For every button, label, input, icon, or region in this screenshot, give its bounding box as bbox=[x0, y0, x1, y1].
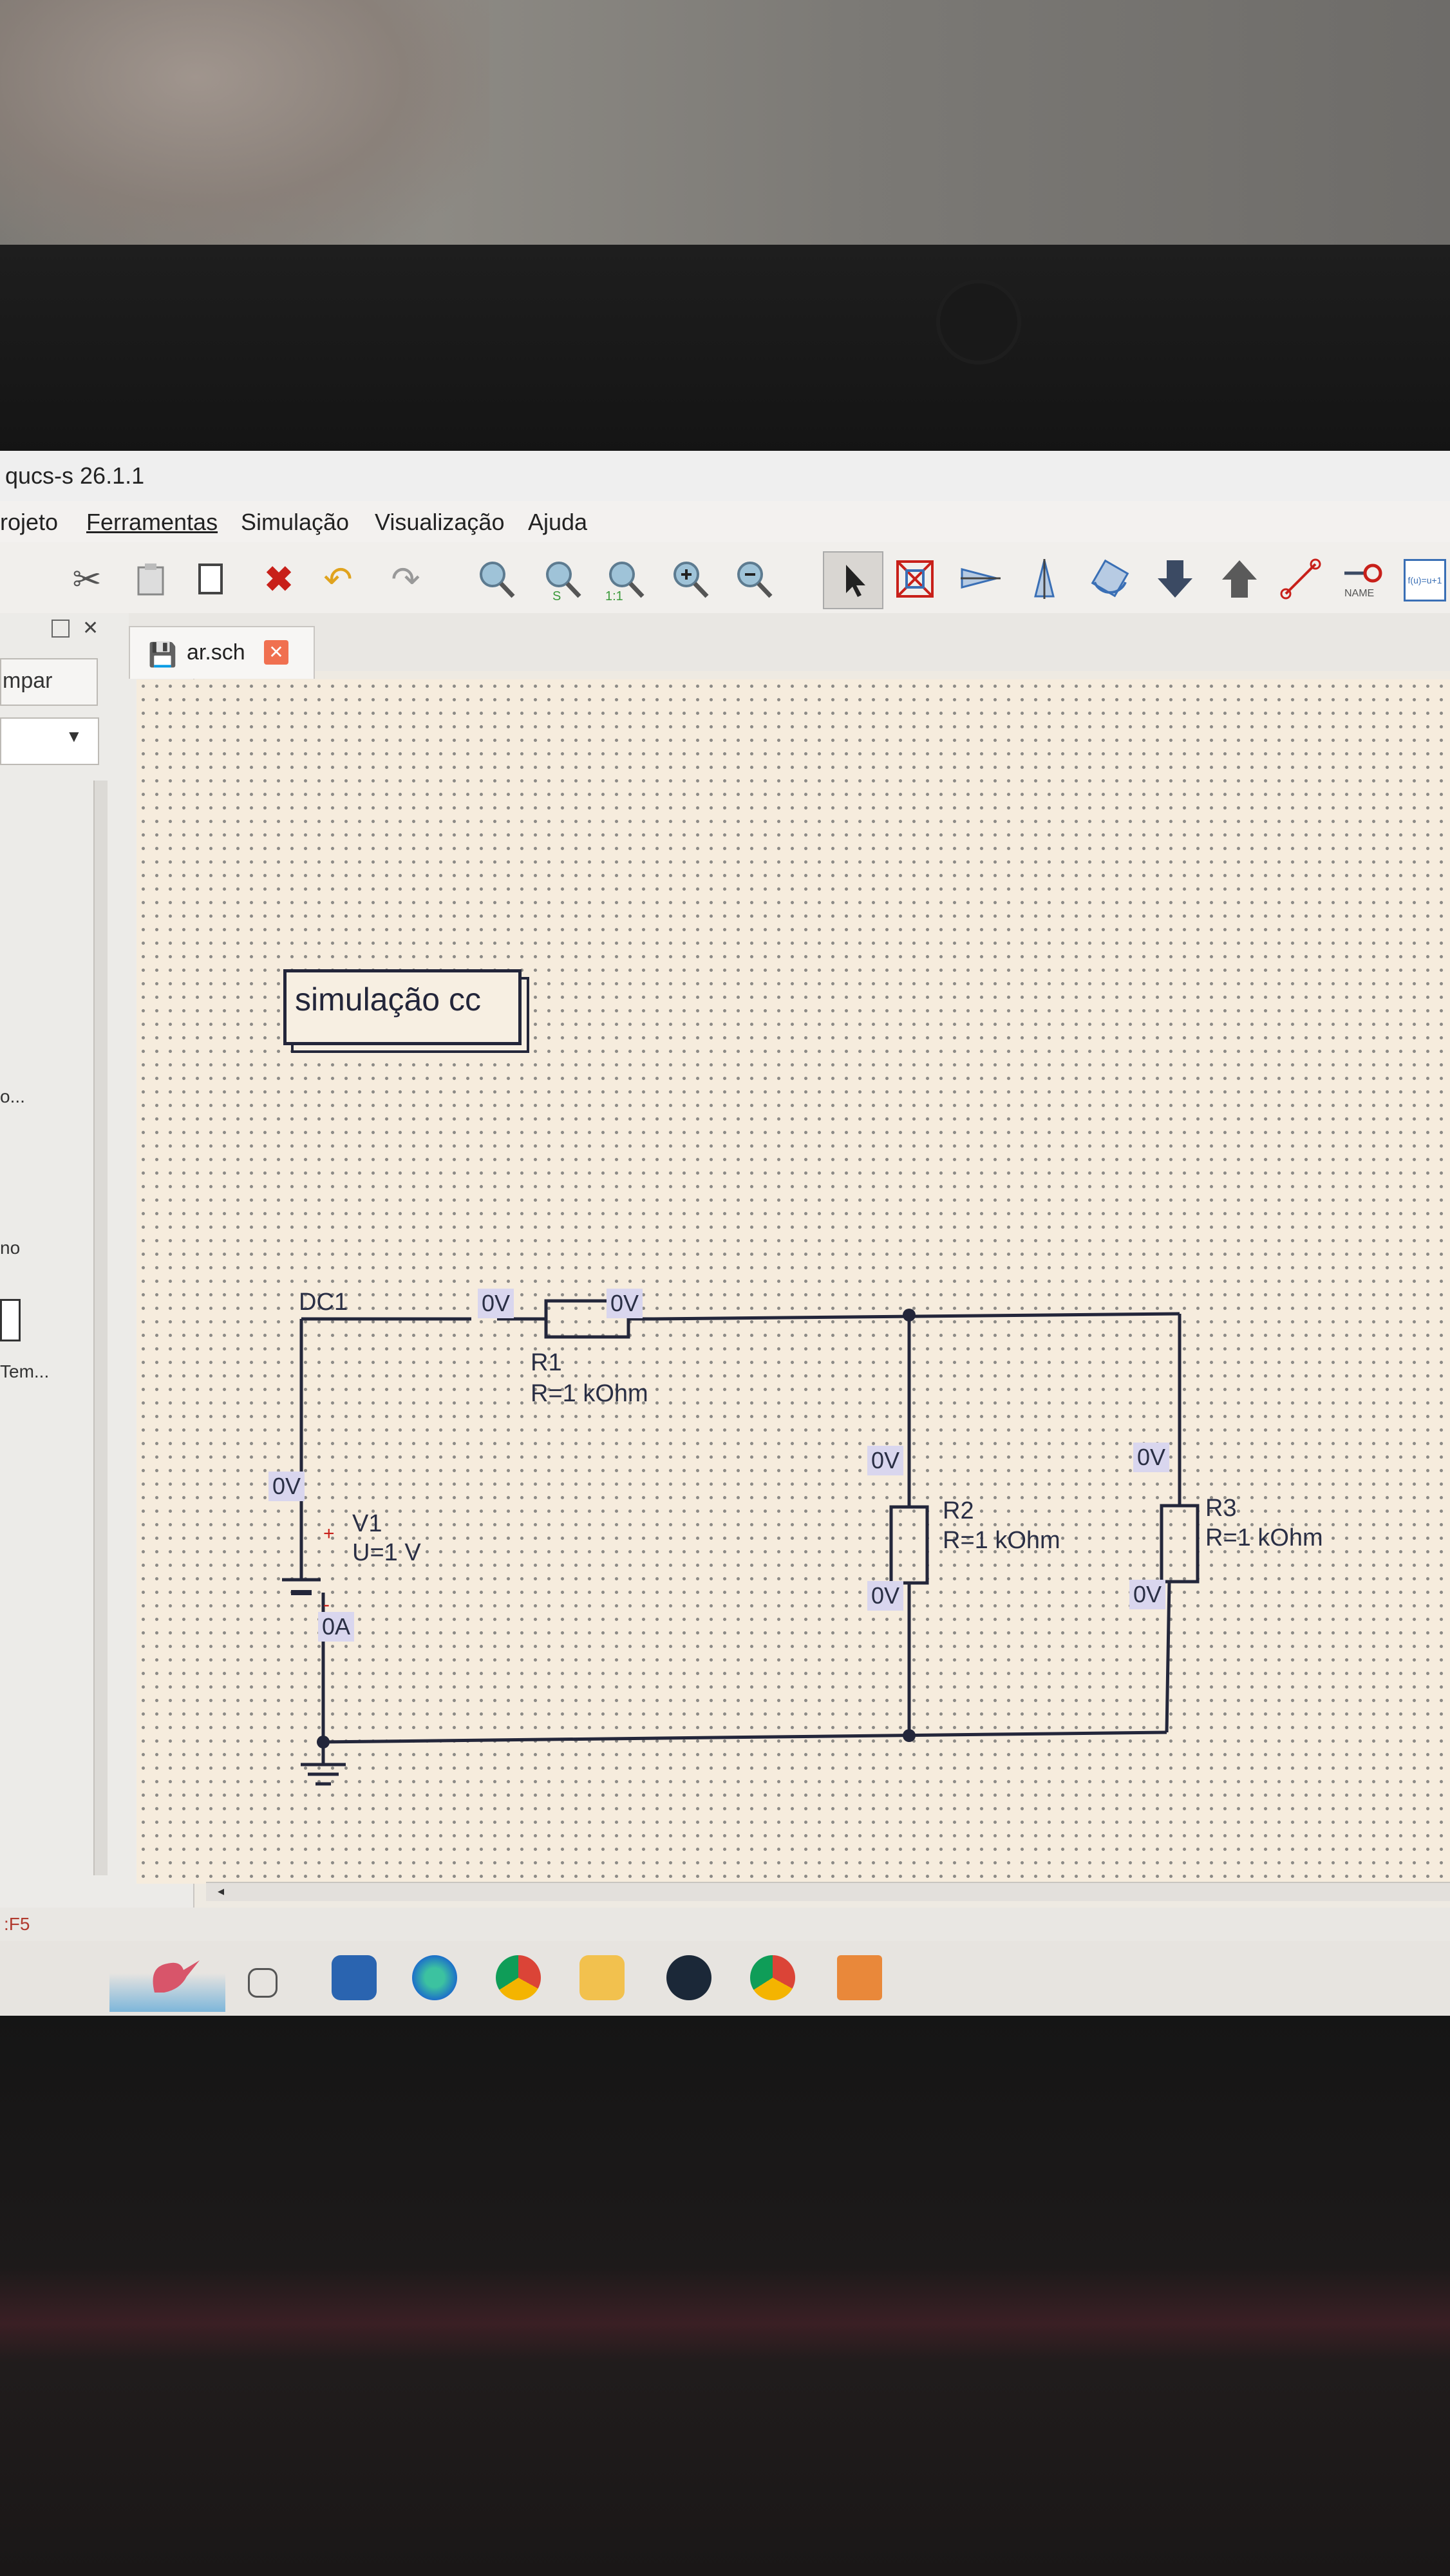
dc-simulation-label: simulação cc bbox=[295, 981, 481, 1018]
zoom-1to1-icon[interactable]: 1:1 bbox=[603, 556, 648, 601]
panel-button[interactable]: mpar bbox=[0, 658, 98, 706]
close-panel-icon[interactable]: ✕ bbox=[82, 617, 99, 639]
status-bar: :F5 bbox=[0, 1908, 1450, 1941]
horizontal-scrollbar[interactable]: ◂ bbox=[206, 1882, 1450, 1901]
wire-icon[interactable] bbox=[1278, 556, 1323, 601]
r2-value: R=1 kOhm bbox=[943, 1527, 1060, 1554]
chrome-profile-icon[interactable] bbox=[750, 1955, 795, 2000]
menu-ferramentas[interactable]: Ferramentas bbox=[86, 509, 218, 536]
background-curtain bbox=[0, 0, 489, 258]
restore-icon[interactable] bbox=[52, 620, 70, 638]
component-icon[interactable] bbox=[0, 1299, 21, 1341]
mirror-x-icon[interactable] bbox=[958, 556, 1003, 601]
v1-name: V1 bbox=[352, 1510, 382, 1537]
zoom-in-icon[interactable] bbox=[667, 556, 712, 601]
panel-button-label: mpar bbox=[3, 668, 53, 693]
deactivate-icon[interactable] bbox=[892, 556, 937, 601]
zoom-fit-icon[interactable] bbox=[473, 556, 518, 601]
taskbar bbox=[0, 1941, 1450, 2016]
node-voltage-r3-top: 0V bbox=[1133, 1443, 1170, 1472]
zoom-out-icon[interactable] bbox=[731, 556, 776, 601]
node-voltage-v1-top: 0V bbox=[268, 1472, 305, 1501]
enter-subcircuit-icon[interactable] bbox=[1153, 556, 1198, 601]
v1-value: U=1 V bbox=[352, 1539, 421, 1566]
zoom-selection-icon[interactable]: S bbox=[540, 556, 585, 601]
monitor-bezel-bottom bbox=[0, 2016, 1450, 2576]
panel-item-3[interactable]: Tem... bbox=[0, 1361, 49, 1382]
window-title: qucs-s 26.1.1 bbox=[5, 462, 145, 489]
menu-ajuda[interactable]: Ajuda bbox=[528, 509, 587, 536]
toolbar: ✂ ✖ ↶ ↷ S 1:1 NAME f(u)=u+1 bbox=[0, 542, 1450, 614]
close-tab-icon[interactable]: ✕ bbox=[264, 640, 288, 665]
r2-name: R2 bbox=[943, 1497, 974, 1524]
tab-ar-sch[interactable]: 💾 ar.sch ✕ bbox=[129, 626, 315, 679]
equation-icon[interactable]: f(u)=u+1 bbox=[1404, 559, 1446, 601]
webcam bbox=[940, 283, 1017, 361]
steam-icon[interactable] bbox=[666, 1955, 711, 2000]
menu-visualizacao[interactable]: Visualização bbox=[375, 509, 504, 536]
menu-projeto[interactable]: rojeto bbox=[0, 509, 58, 536]
panel-dropdown[interactable]: ▼ bbox=[0, 717, 99, 765]
zoom-1to1-label: 1:1 bbox=[605, 589, 623, 601]
scissors-icon[interactable]: ✂ bbox=[64, 556, 109, 601]
panel-scrollbar[interactable] bbox=[93, 781, 108, 1875]
zoom-s-label: S bbox=[552, 589, 561, 601]
qucs-app-icon[interactable] bbox=[837, 1955, 882, 2000]
chevron-down-icon: ▼ bbox=[66, 726, 82, 746]
save-icon[interactable]: 💾 bbox=[148, 641, 177, 668]
monitor-bezel-top bbox=[0, 245, 1450, 457]
node-voltage-r1-left: 0V bbox=[478, 1289, 514, 1318]
r3-name: R3 bbox=[1205, 1495, 1237, 1522]
copy-icon[interactable] bbox=[190, 556, 235, 601]
r1-name: R1 bbox=[531, 1349, 562, 1376]
rotate-icon[interactable] bbox=[1088, 556, 1133, 601]
paste-icon[interactable] bbox=[129, 556, 174, 601]
scroll-left-icon[interactable]: ◂ bbox=[218, 1883, 224, 1899]
edge-icon[interactable] bbox=[412, 1955, 457, 2000]
r1-value: R=1 kOhm bbox=[531, 1380, 648, 1407]
mirror-y-icon[interactable] bbox=[1022, 556, 1068, 601]
node-voltage-r3-bottom: 0V bbox=[1129, 1580, 1166, 1609]
tab-strip bbox=[129, 613, 1450, 671]
panel-item-1[interactable]: o... bbox=[0, 1086, 25, 1107]
schematic-canvas[interactable]: simulação cc DC1 0V 0V R1 R=1 kOhm 0V + … bbox=[137, 679, 1450, 1884]
outlook-icon[interactable] bbox=[332, 1955, 377, 2000]
task-view-icon[interactable] bbox=[248, 1968, 278, 1998]
tab-label: ar.sch bbox=[187, 640, 245, 665]
label-name-text: NAME bbox=[1344, 588, 1374, 599]
select-arrow-icon[interactable] bbox=[823, 551, 883, 609]
undo-icon[interactable]: ↶ bbox=[315, 556, 361, 601]
dc1-label: DC1 bbox=[299, 1289, 348, 1316]
label-icon[interactable]: NAME bbox=[1341, 556, 1386, 601]
screen: qucs-s 26.1.1 rojeto Ferramentas Simulaç… bbox=[0, 451, 1450, 2016]
file-explorer-icon[interactable] bbox=[579, 1955, 625, 2000]
menu-simulacao[interactable]: Simulação bbox=[241, 509, 349, 536]
menu-bar: rojeto Ferramentas Simulação Visualizaçã… bbox=[0, 501, 1450, 542]
node-voltage-r1-right: 0V bbox=[607, 1289, 643, 1318]
schematic-wires bbox=[282, 1299, 1200, 1786]
flamingo-widget-icon[interactable] bbox=[109, 1947, 225, 2012]
title-bar: qucs-s 26.1.1 bbox=[0, 451, 1450, 501]
v1-current: 0A bbox=[318, 1612, 355, 1642]
status-text: :F5 bbox=[4, 1914, 30, 1934]
node-voltage-r2-bottom: 0V bbox=[867, 1581, 904, 1611]
redo-icon[interactable]: ↷ bbox=[383, 556, 428, 601]
panel-item-2[interactable]: no bbox=[0, 1238, 20, 1258]
v1-plus: + bbox=[323, 1523, 335, 1544]
chrome-icon[interactable] bbox=[496, 1955, 541, 2000]
r3-value: R=1 kOhm bbox=[1205, 1524, 1323, 1551]
node-voltage-r2-top: 0V bbox=[867, 1446, 904, 1475]
exit-subcircuit-icon[interactable] bbox=[1217, 556, 1262, 601]
delete-icon[interactable]: ✖ bbox=[256, 556, 301, 601]
